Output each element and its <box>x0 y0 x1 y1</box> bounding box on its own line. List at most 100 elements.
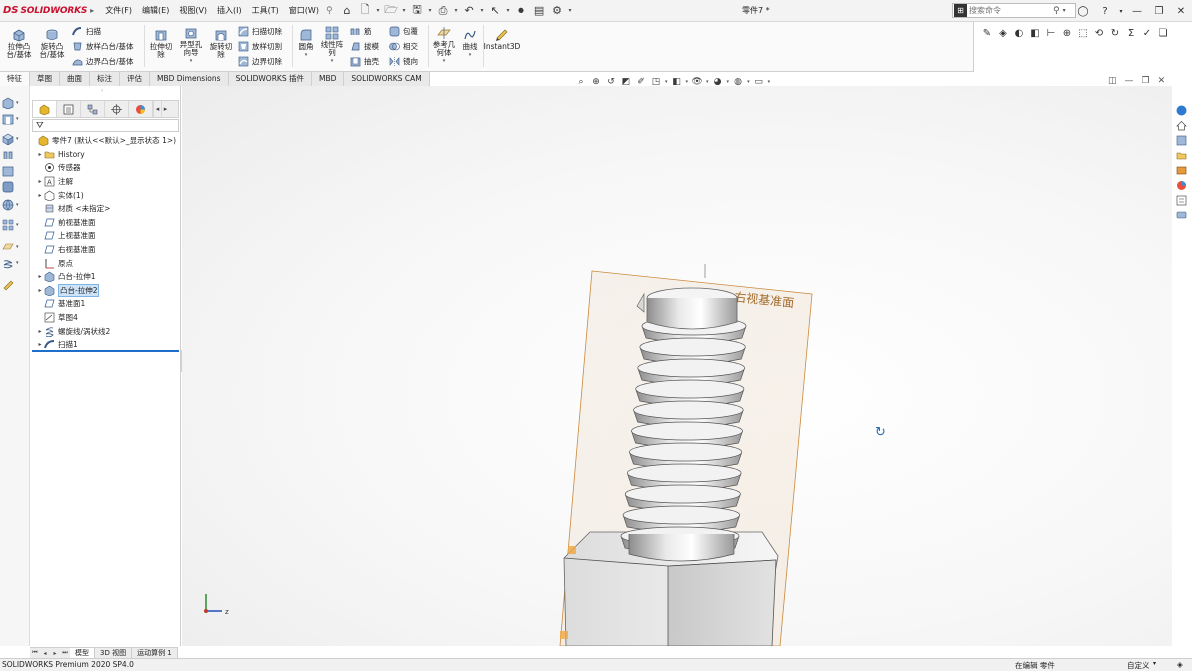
tab-configuration-manager[interactable] <box>81 101 105 117</box>
chevron-down-icon[interactable]: ▾ <box>1063 7 1066 14</box>
copy-icon[interactable]: ❏ <box>1156 26 1170 40</box>
units-custom[interactable]: 自定义 <box>1127 660 1150 671</box>
tab-3d-views[interactable]: 3D 视图 <box>95 648 133 658</box>
mirror-button[interactable]: 镜向 <box>389 54 418 68</box>
mass-properties-icon[interactable]: ⊕ <box>1060 26 1074 40</box>
last-tab-icon[interactable]: ⏭ <box>60 648 70 658</box>
chevron-down-icon[interactable]: ▾ <box>375 7 382 14</box>
chevron-down-icon[interactable]: ▾ <box>453 7 460 14</box>
chevron-down-icon[interactable]: ▾ <box>1153 660 1156 667</box>
forum-tab[interactable] <box>1174 209 1188 222</box>
chevron-down-icon[interactable]: ▾ <box>427 7 434 14</box>
expand-arrow-icon[interactable]: ▸ <box>36 178 44 185</box>
boundary-cut-button[interactable]: 边界切除 <box>238 54 282 68</box>
chevron-down-icon[interactable]: ▾ <box>16 136 19 142</box>
tree-item[interactable]: 材质 <未指定> <box>30 202 181 216</box>
intersect-button[interactable]: 相交 <box>389 39 418 53</box>
home-icon[interactable]: ⌂ <box>339 2 356 20</box>
loft-button[interactable]: 放样凸台/基体 <box>72 39 134 53</box>
chevron-down-icon[interactable]: ▾ <box>706 79 709 85</box>
tree-item[interactable]: 传感器 <box>30 161 181 175</box>
zoom-to-area-icon[interactable]: ⊕ <box>590 76 602 88</box>
revolved-boss-button[interactable]: 旋转凸 台/基体 <box>36 28 68 59</box>
close-icon[interactable]: ✕ <box>1170 0 1192 22</box>
tree-item[interactable]: 草图4 <box>30 311 181 325</box>
chevron-down-icon[interactable]: ▾ <box>686 79 689 85</box>
split-view-icon[interactable]: ◫ <box>1108 76 1117 86</box>
user-icon[interactable]: ◯ <box>1072 0 1094 22</box>
tab-mbd-dimensions[interactable]: MBD Dimensions <box>150 72 229 86</box>
cube-icon[interactable]: ⬚ <box>1076 26 1090 40</box>
chevron-down-icon[interactable]: ▾ <box>768 79 771 85</box>
tree-item[interactable]: 上视基准面 <box>30 229 181 243</box>
curves-strip-button[interactable]: ▾ <box>2 256 28 270</box>
solidworks-logo[interactable]: DS SOLIDWORKS ▸ <box>0 0 100 22</box>
section-view-icon[interactable]: ◐ <box>1012 26 1026 40</box>
tab-dimxpert[interactable] <box>105 101 129 117</box>
tree-item[interactable]: ▸ 螺旋线/涡状线2 <box>30 324 181 338</box>
options-gear-icon[interactable]: ⚙ <box>549 2 566 20</box>
tab-cam[interactable]: SOLIDWORKS CAM <box>344 72 430 86</box>
chevron-down-icon[interactable]: ▾ <box>16 260 19 266</box>
close-icon[interactable]: ✕ <box>1158 76 1166 86</box>
chevron-down-icon[interactable]: ▾ <box>16 222 19 228</box>
status-options-icon[interactable]: ◈ <box>1177 660 1183 669</box>
chevron-down-icon[interactable]: ▾ <box>747 79 750 85</box>
file-explorer-tab[interactable] <box>1174 149 1188 162</box>
chevron-down-icon[interactable]: ▾ <box>443 57 446 65</box>
print-icon[interactable]: ⎙ <box>435 2 452 20</box>
tree-item[interactable]: ▸ 实体(1) <box>30 188 181 202</box>
tree-root[interactable]: 零件7 (默认<<默认>_显示状态 1>) <box>30 134 181 148</box>
wrap-button[interactable]: 包覆 <box>389 24 418 38</box>
undo-icon[interactable]: ↶ <box>461 2 478 20</box>
section-view-icon[interactable]: ◩ <box>620 76 632 88</box>
extruded-cut-button[interactable]: 拉伸切 除 <box>147 28 175 59</box>
tab-addins[interactable]: SOLIDWORKS 插件 <box>228 72 312 86</box>
next-tab-icon[interactable]: ▸ <box>50 648 60 658</box>
chevron-down-icon[interactable]: ▾ <box>401 7 408 14</box>
reference-strip-button[interactable]: ▾ <box>2 240 28 254</box>
solidworks-resources-tab[interactable] <box>1174 104 1188 117</box>
linear-pattern-button[interactable]: 线性阵 列 ▾ <box>319 26 345 65</box>
search-input[interactable] <box>969 6 1051 15</box>
select-cursor-icon[interactable]: ↖ <box>487 2 504 20</box>
chevron-down-icon[interactable]: ▾ <box>16 100 19 106</box>
display-style-icon[interactable]: ◧ <box>1028 26 1042 40</box>
draft-button[interactable]: 拔模 <box>350 39 379 53</box>
shell-strip-button[interactable] <box>2 164 28 178</box>
chevron-right-icon[interactable]: ▸ <box>90 6 94 15</box>
chevron-down-icon[interactable]: ▾ <box>505 7 512 14</box>
tree-item[interactable]: ▸ 凸台-拉伸2 <box>30 283 181 298</box>
file-properties-icon[interactable]: ▤ <box>531 2 548 20</box>
chevron-down-icon[interactable]: ▾ <box>331 57 334 65</box>
menu-tools[interactable]: 工具(T) <box>247 0 284 22</box>
tab-display-manager[interactable] <box>129 101 153 117</box>
rib-strip-button[interactable] <box>2 148 28 162</box>
tab-feature-tree[interactable] <box>33 101 57 117</box>
reference-geometry-button[interactable]: 参考几 何体 ▾ <box>430 26 458 65</box>
search-box[interactable]: ⊞ ⚲ ▾ <box>952 3 1076 18</box>
chevron-right-icon[interactable]: ▸ <box>161 101 169 117</box>
open-folder-icon[interactable]: 🗁 <box>383 2 400 20</box>
menu-view[interactable]: 视图(V) <box>174 0 212 22</box>
expand-arrow-icon[interactable]: ▸ <box>36 287 44 294</box>
swept-cut-button[interactable]: 扫描切除 <box>238 24 282 38</box>
tab-sketch[interactable]: 草图 <box>30 72 60 86</box>
expand-arrow-icon[interactable]: ▸ <box>36 192 44 199</box>
cut-strip-button[interactable]: ▾ <box>2 112 28 126</box>
fillet-button[interactable]: 圆角 ▾ <box>295 28 317 59</box>
rebuild-icon[interactable]: ⟲ <box>1092 26 1106 40</box>
search-icon[interactable]: ⚲ <box>1053 6 1060 16</box>
first-tab-icon[interactable]: ⏮ <box>30 648 40 658</box>
check-icon[interactable]: ✓ <box>1140 26 1154 40</box>
chevron-down-icon[interactable]: ▾ <box>305 51 308 59</box>
rib-button[interactable]: 筋 <box>350 24 372 38</box>
chevron-down-icon[interactable]: ▾ <box>16 202 19 208</box>
chevron-down-icon[interactable]: ▾ <box>16 116 19 122</box>
expand-arrow-icon[interactable]: ▸ <box>36 273 44 280</box>
menu-file[interactable]: 文件(F) <box>100 0 137 22</box>
tree-item[interactable]: 右视基准面 <box>30 243 181 257</box>
curves-button[interactable]: 曲线 ▾ <box>459 28 481 59</box>
tab-property-manager[interactable] <box>57 101 81 117</box>
traffic-light-icon[interactable]: ⏺ <box>513 2 530 20</box>
